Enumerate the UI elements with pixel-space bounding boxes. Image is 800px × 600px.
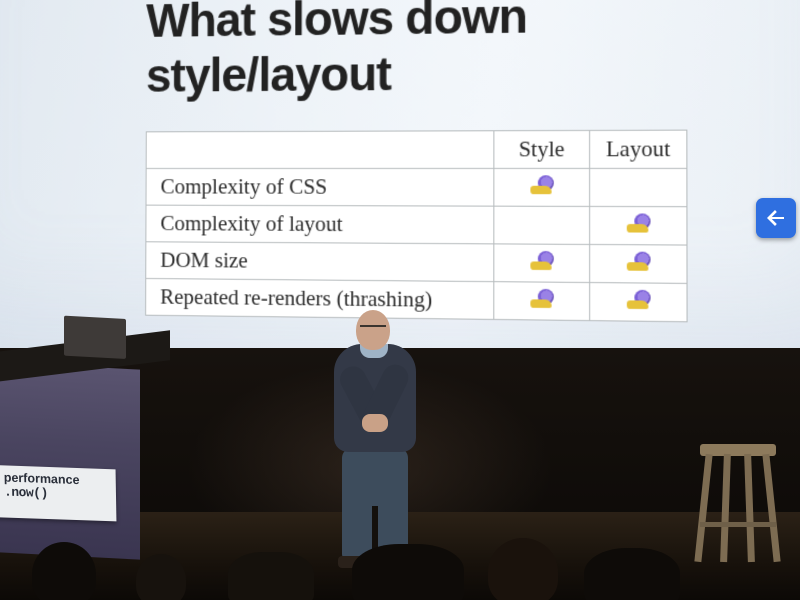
table-stub [146,131,494,169]
snail-icon [626,213,650,232]
laptop-icon [64,316,126,359]
snail-icon [626,290,650,309]
cell-layout [590,206,687,245]
stage: performance .now() [0,348,800,600]
audience-head [136,554,186,600]
lectern-sign: performance .now() [0,465,116,521]
col-style: Style [494,130,590,168]
snail-icon [626,252,650,271]
table-row: Complexity of CSS [146,168,687,206]
arrow-left-icon [764,206,788,230]
lectern: performance .now() [0,362,140,559]
slide-title: What slows down style/layout [146,0,775,103]
cell-style [494,282,590,321]
col-layout: Layout [590,130,687,168]
back-arrow-button[interactable] [756,198,796,238]
cell-style [494,168,590,206]
lectern-sign-line2: .now() [4,485,108,503]
audience-head [488,538,558,600]
row-label: Complexity of CSS [146,168,494,206]
cell-layout [590,283,687,322]
cell-style [494,206,590,244]
cell-layout [590,168,687,206]
table-row: DOM size [146,242,687,284]
row-label: Complexity of layout [146,205,494,244]
snail-icon [530,251,553,270]
presenter [312,310,432,566]
slide-table: Style Layout Complexity of CSS Complexit… [145,130,688,323]
snail-icon [530,289,553,308]
table-row: Complexity of layout [146,205,687,245]
audience-head [352,544,464,600]
audience-head [32,542,96,600]
row-label: DOM size [146,242,494,282]
stool [694,444,782,564]
audience-head [584,548,680,600]
audience-head [228,552,314,600]
snail-icon [530,175,553,194]
table-body: Complexity of CSS Complexity of layout D… [146,168,687,321]
cell-layout [590,244,687,283]
cell-style [494,244,590,283]
